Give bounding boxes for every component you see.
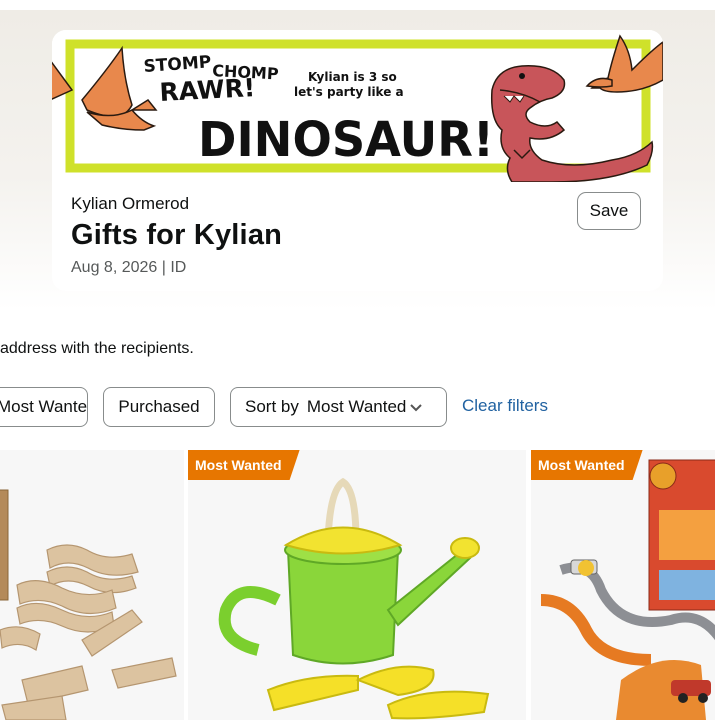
filter-most-wanted[interactable]: Most Wanted (0, 387, 88, 427)
list-banner-image: STOMP CHOMP RAWR! Kylian is 3 so let's p… (52, 30, 663, 182)
filter-purchased[interactable]: Purchased (103, 387, 215, 427)
product-card[interactable] (0, 450, 184, 720)
banner-headline: DINOSAUR! (198, 112, 494, 168)
save-button[interactable]: Save (577, 192, 641, 230)
banner-stomp-text: STOMP (143, 52, 212, 77)
product-image-race-track (540, 459, 715, 720)
product-image-watering-can (218, 477, 490, 720)
list-header-card: STOMP CHOMP RAWR! Kylian is 3 so let's p… (52, 30, 663, 291)
sort-dropdown[interactable]: Sort by Most Wanted (230, 387, 447, 427)
product-image-wooden-track (0, 489, 177, 720)
banner-party-line2: let's party like a (294, 85, 404, 99)
address-notice-text: address with the recipients. (0, 340, 194, 357)
banner-party-line1: Kylian is 3 so (308, 70, 397, 84)
banner-rawr-text: RAWR! (159, 73, 256, 107)
most-wanted-badge: Most Wanted (188, 450, 300, 480)
product-card[interactable]: Most Wanted (188, 450, 526, 720)
sort-value: Most Wanted (306, 397, 407, 416)
clear-filters-link[interactable]: Clear filters (462, 396, 548, 416)
filter-most-wanted-label: Most Wanted (0, 397, 88, 416)
list-owner-name: Kylian Ormerod (71, 194, 190, 213)
list-meta: Aug 8, 2026 | ID (71, 259, 187, 276)
product-card[interactable]: Most Wanted (531, 450, 715, 720)
page-title: Gifts for Kylian (71, 219, 283, 251)
filter-purchased-label: Purchased (118, 397, 200, 416)
most-wanted-badge: Most Wanted (531, 450, 643, 480)
sort-label: Sort by (245, 397, 299, 416)
chevron-down-icon (410, 401, 423, 416)
